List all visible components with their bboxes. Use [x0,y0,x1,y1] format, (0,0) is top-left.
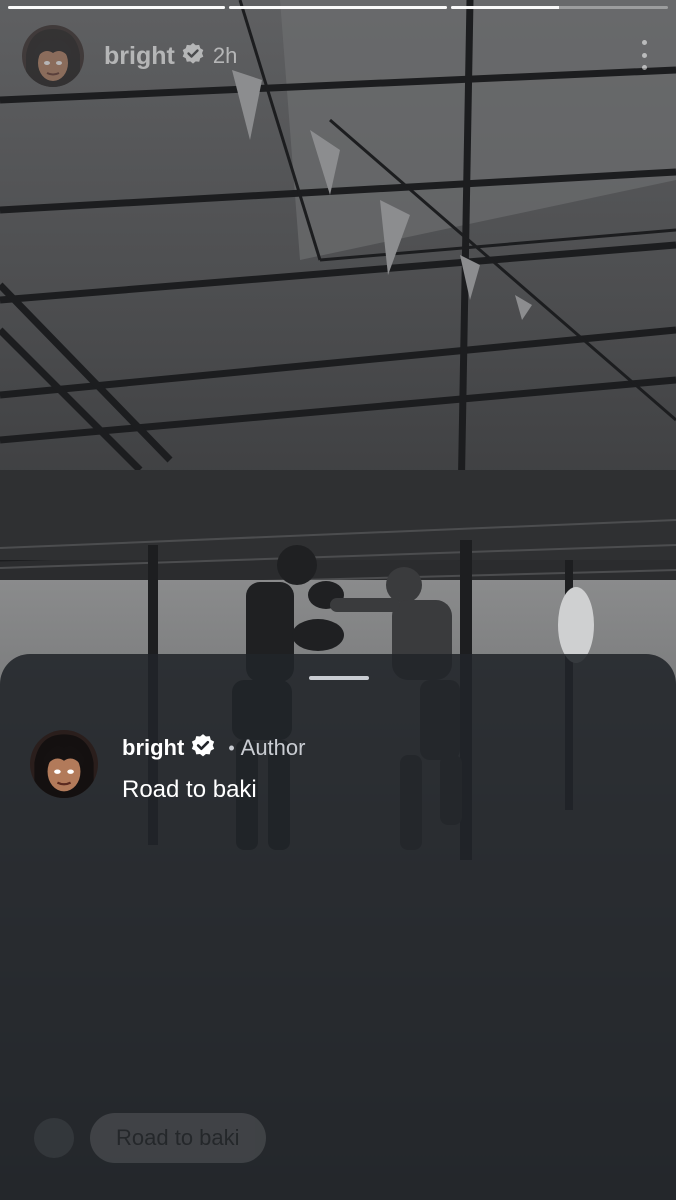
progress-fill [229,6,447,9]
comment-meta: bright • Author [122,733,306,764]
anime-avatar-image [22,25,84,87]
story-avatar[interactable] [22,25,84,87]
comment-body: bright • Author Road to baki [122,730,305,804]
comment-item: bright • Author Road to baki [30,730,646,804]
anime-avatar-image [30,730,98,798]
verified-badge-icon [190,733,216,764]
comment-avatar[interactable] [30,730,98,798]
progress-fill [8,6,226,9]
drag-handle[interactable] [309,676,369,680]
verified-badge-icon [181,42,205,71]
author-label: Author [240,735,306,760]
progress-segment [8,6,226,9]
reply-avatar [34,1118,74,1158]
reply-pill[interactable]: Road to baki [90,1113,266,1163]
progress-segment [229,6,447,9]
comment-text: Road to baki [122,776,257,803]
reply-bar: Road to baki [34,1112,266,1164]
story-timestamp: 2h [212,43,238,68]
progress-fill [450,6,560,9]
progress-segment [450,6,668,9]
comment-username[interactable]: bright [122,735,184,761]
more-vertical-icon[interactable] [634,38,654,72]
meta-separator: • [228,737,235,758]
story-header: bright 2h [22,24,654,88]
story-username[interactable]: bright [104,42,175,71]
story-progress [8,6,668,9]
